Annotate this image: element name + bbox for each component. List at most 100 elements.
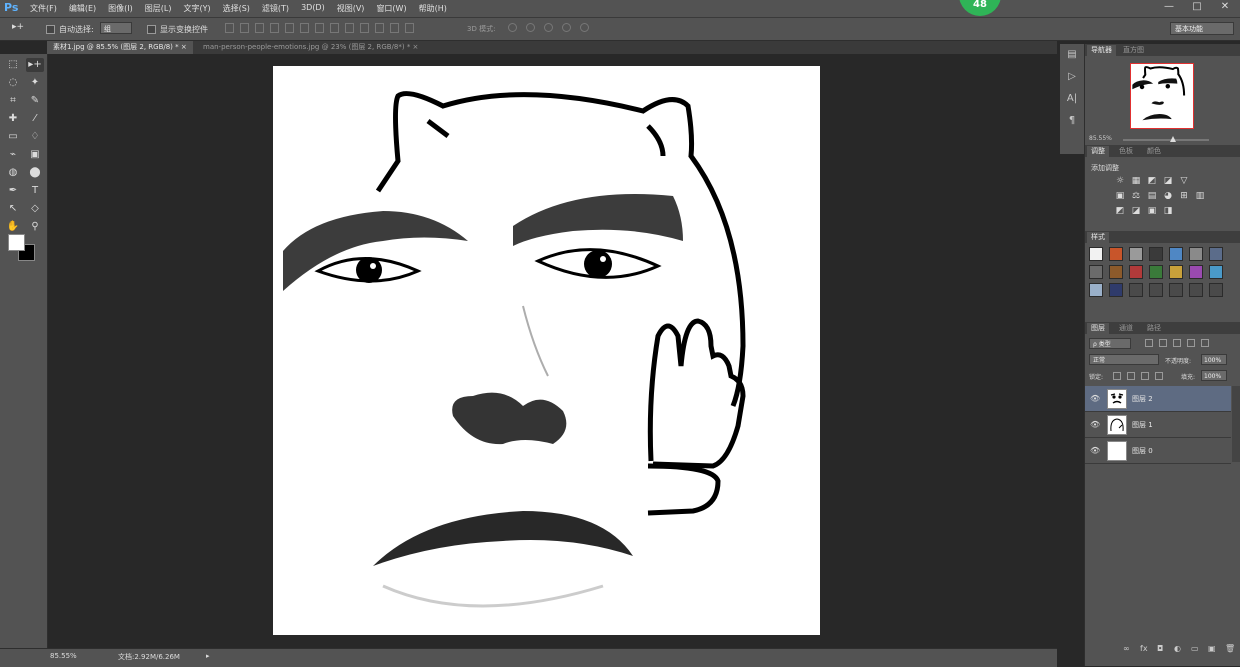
new-adjustment-layer-icon[interactable]: ◐ — [1174, 644, 1183, 653]
black-white-icon[interactable]: ▤ — [1147, 191, 1157, 201]
eyedropper-tool-icon[interactable]: ✎ — [26, 94, 44, 108]
layer-name[interactable]: 图层 0 — [1132, 446, 1153, 456]
blur-tool-icon[interactable]: ◍ — [4, 166, 22, 180]
lock-pixels-icon[interactable] — [1127, 372, 1135, 380]
tab-histogram[interactable]: 直方图 — [1119, 45, 1148, 56]
menu-layer[interactable]: 图层(L) — [145, 3, 172, 14]
style-swatch[interactable] — [1089, 247, 1103, 261]
style-swatch[interactable] — [1149, 247, 1163, 261]
scale-3d-icon[interactable] — [580, 23, 589, 32]
layer-row-2[interactable]: 👁 图层 2 — [1085, 386, 1231, 412]
style-swatch[interactable] — [1169, 283, 1183, 297]
menu-file[interactable]: 文件(F) — [30, 3, 57, 14]
style-swatch[interactable] — [1109, 265, 1123, 279]
invert-icon[interactable]: ◩ — [1115, 206, 1125, 216]
eraser-tool-icon[interactable]: ⌁ — [4, 148, 22, 162]
style-swatch[interactable] — [1189, 247, 1203, 261]
style-swatch[interactable] — [1089, 283, 1103, 297]
new-group-icon[interactable]: ▭ — [1191, 644, 1200, 653]
status-menu-arrow-icon[interactable]: ▸ — [206, 652, 210, 660]
menu-filter[interactable]: 滤镜(T) — [262, 3, 289, 14]
distribute-top-icon[interactable] — [315, 23, 324, 33]
lasso-tool-icon[interactable]: ◌ — [4, 76, 22, 90]
delete-layer-icon[interactable]: 🗑 — [1225, 644, 1235, 653]
crop-tool-icon[interactable]: ⌗ — [4, 94, 22, 108]
shape-tool-icon[interactable]: ◇ — [26, 202, 44, 216]
type-tool-icon[interactable]: T — [26, 184, 44, 198]
tab-navigator[interactable]: 导航器 — [1087, 45, 1116, 56]
layer-style-icon[interactable]: fx — [1140, 644, 1149, 653]
style-swatch[interactable] — [1129, 265, 1143, 279]
drag-3d-icon[interactable] — [544, 23, 553, 32]
layer-row-0[interactable]: 👁 图层 0 — [1085, 438, 1231, 464]
zoom-tool-icon[interactable]: ⚲ — [26, 220, 44, 234]
style-swatch[interactable] — [1149, 265, 1163, 279]
brush-tool-icon[interactable]: ⁄ — [26, 112, 44, 126]
distribute-bottom-icon[interactable] — [345, 23, 354, 33]
style-swatch[interactable] — [1109, 283, 1123, 297]
align-right-icon[interactable] — [300, 23, 309, 33]
workspace-dropdown[interactable]: 基本功能 — [1170, 22, 1234, 35]
threshold-icon[interactable]: ▣ — [1147, 206, 1157, 216]
paragraph-panel-icon[interactable]: ¶ — [1065, 114, 1079, 128]
menu-select[interactable]: 选择(S) — [223, 3, 250, 14]
menu-help[interactable]: 帮助(H) — [419, 3, 447, 14]
clone-stamp-tool-icon[interactable]: ▭ — [4, 130, 22, 144]
posterize-icon[interactable]: ◪ — [1131, 206, 1141, 216]
distribute-vcenter-icon[interactable] — [330, 23, 339, 33]
style-swatch[interactable] — [1129, 247, 1143, 261]
menu-image[interactable]: 图像(I) — [108, 3, 133, 14]
distribute-hcenter-icon[interactable] — [375, 23, 384, 33]
style-swatch[interactable] — [1209, 283, 1223, 297]
style-swatch[interactable] — [1169, 265, 1183, 279]
opacity-field[interactable]: 100% — [1201, 354, 1227, 365]
foreground-color-swatch[interactable] — [8, 234, 25, 251]
auto-select-option[interactable]: 自动选择: — [46, 24, 94, 35]
layer-filter-kind-dropdown[interactable]: ρ 类型 — [1089, 338, 1131, 349]
align-vcenter-icon[interactable] — [240, 23, 249, 33]
lock-position-icon[interactable] — [1141, 372, 1149, 380]
tab-channels[interactable]: 通道 — [1115, 323, 1137, 334]
layer-row-1[interactable]: 👁 图层 1 — [1085, 412, 1231, 438]
lock-all-icon[interactable] — [1155, 372, 1163, 380]
hue-saturation-icon[interactable]: ▣ — [1115, 191, 1125, 201]
actions-panel-icon[interactable]: ▷ — [1065, 70, 1079, 84]
document-canvas[interactable] — [273, 66, 820, 635]
style-swatch[interactable] — [1189, 283, 1203, 297]
zoom-level[interactable]: 85.55% — [50, 652, 77, 660]
filter-type-icon[interactable] — [1173, 339, 1181, 347]
history-brush-tool-icon[interactable]: ♢ — [26, 130, 44, 144]
magic-wand-tool-icon[interactable]: ✦ — [26, 76, 44, 90]
auto-align-icon[interactable] — [405, 23, 414, 33]
hand-tool-icon[interactable]: ✋ — [4, 220, 22, 234]
color-balance-icon[interactable]: ⚖ — [1131, 191, 1141, 201]
levels-icon[interactable]: ▦ — [1131, 176, 1141, 186]
minimize-button[interactable]: — — [1162, 1, 1176, 13]
style-swatch[interactable] — [1209, 247, 1223, 261]
slide-3d-icon[interactable] — [562, 23, 571, 32]
orbit-3d-icon[interactable] — [508, 23, 517, 32]
auto-select-dropdown[interactable]: 组 — [100, 22, 132, 34]
auto-select-checkbox[interactable] — [46, 25, 55, 34]
new-layer-icon[interactable]: ▣ — [1208, 644, 1217, 653]
visibility-eye-icon[interactable]: 👁 — [1090, 420, 1100, 429]
healing-brush-tool-icon[interactable]: ✚ — [4, 112, 22, 126]
close-button[interactable]: ✕ — [1218, 1, 1232, 13]
align-left-icon[interactable] — [270, 23, 279, 33]
menu-window[interactable]: 窗口(W) — [376, 3, 406, 14]
layers-scrollbar[interactable] — [1232, 386, 1240, 462]
filter-smart-object-icon[interactable] — [1201, 339, 1209, 347]
filter-shape-icon[interactable] — [1187, 339, 1195, 347]
pen-tool-icon[interactable]: ✒ — [4, 184, 22, 198]
tab-adjustments[interactable]: 调整 — [1087, 146, 1109, 157]
photo-filter-icon[interactable]: ◕ — [1163, 191, 1173, 201]
filter-adjustment-icon[interactable] — [1159, 339, 1167, 347]
maximize-button[interactable]: □ — [1190, 1, 1204, 13]
tab-document-2[interactable]: man-person-people-emotions.jpg @ 23% (图层… — [197, 41, 424, 54]
tab-document-1[interactable]: 素材1.jpg @ 85.5% (图层 2, RGB/8) * × — [47, 41, 193, 54]
color-lookup-icon[interactable]: ▥ — [1195, 191, 1205, 201]
lock-transparency-icon[interactable] — [1113, 372, 1121, 380]
navigator-zoom[interactable]: 85.55% — [1089, 135, 1112, 142]
layer-name[interactable]: 图层 2 — [1132, 394, 1153, 404]
exposure-icon[interactable]: ◪ — [1163, 176, 1173, 186]
